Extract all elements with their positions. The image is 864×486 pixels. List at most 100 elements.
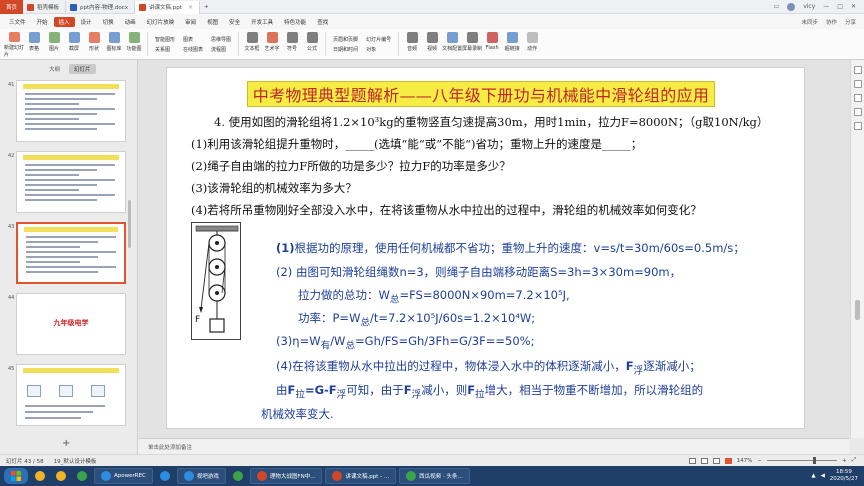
- slide-thumbnail-44[interactable]: 九年级电学: [16, 293, 126, 355]
- ribbon-button-buttons-5[interactable]: 图标库: [104, 30, 124, 58]
- menu-item-3[interactable]: 设计: [76, 17, 97, 27]
- taskbar-item-4[interactable]: [156, 468, 174, 484]
- maximize-icon[interactable]: □: [837, 3, 843, 10]
- answer-1[interactable]: (1)根据功的原理，使用任何机械都不省功；重物上升的速度：v=s/t=30m/6…: [276, 240, 745, 256]
- taskbar-item-0[interactable]: [31, 468, 49, 484]
- question-part-1[interactable]: (1)利用该滑轮组提升重物时，_____(选填“能“或”不能“)省功；重物上升的…: [191, 136, 642, 152]
- ribbon-small-button[interactable]: 幻灯片编号: [366, 36, 391, 43]
- slide[interactable]: 中考物理典型题解析——八年级下册功与机械能中滑轮组的应用 4. 使用如图的滑轮组…: [166, 67, 805, 429]
- menu-item-5[interactable]: 动画: [120, 17, 141, 27]
- answer-3[interactable]: (3)η=W有/W总=Gh/FS=Gh/3Fh=G/3F==50%;: [276, 334, 534, 351]
- ribbon-small-button[interactable]: 在线图表: [183, 46, 203, 53]
- play-slideshow-icon[interactable]: [724, 457, 732, 464]
- sorter-view-icon[interactable]: [700, 457, 708, 464]
- taskbar-item-9[interactable]: 西瓜视频 - 头条...: [399, 468, 470, 484]
- menu-item-6[interactable]: 幻灯片放映: [142, 17, 180, 27]
- ribbon-button-buttons3-2[interactable]: 文档配置: [442, 30, 462, 58]
- ribbon-button-buttons2-3[interactable]: 公式: [302, 30, 322, 58]
- doc-tab-2[interactable]: 讲课文稿.ppt ×: [135, 0, 200, 14]
- slide-title[interactable]: 中考物理典型题解析——八年级下册功与机械能中滑轮组的应用: [247, 81, 715, 107]
- collab-button[interactable]: 协作: [826, 18, 837, 26]
- scrollbar-thumb[interactable]: [855, 300, 860, 320]
- reading-view-icon[interactable]: [712, 457, 720, 464]
- doc-tab-0[interactable]: 稻壳模板: [23, 0, 67, 14]
- ribbon-button-buttons3-5[interactable]: 超链接: [502, 30, 522, 58]
- menu-item-1[interactable]: 开始: [32, 17, 53, 27]
- ribbon-small-button[interactable]: 思维导图: [211, 36, 231, 43]
- ribbon-button-buttons3-1[interactable]: 视频: [422, 30, 442, 58]
- ribbon-button-buttons-2[interactable]: 图片: [44, 30, 64, 58]
- network-icon[interactable]: ▲: [811, 473, 815, 479]
- minimize-icon[interactable]: —: [823, 3, 829, 10]
- ribbon-button-buttons3-4[interactable]: Flash: [482, 30, 502, 58]
- ribbon-small-button[interactable]: 图表: [183, 36, 203, 43]
- ribbon-button-buttons3-0[interactable]: 音频: [402, 30, 422, 58]
- ribbon-button-buttons3-3[interactable]: 屏幕录制: [462, 30, 482, 58]
- normal-view-icon[interactable]: [688, 457, 696, 464]
- zoom-level[interactable]: 147%: [737, 458, 753, 464]
- answer-4[interactable]: (4)在将该重物从水中拉出的过程中，物体浸入水中的体积逐渐减小，F浮逐渐减小；: [276, 358, 701, 376]
- ribbon-small-button[interactable]: 智能图形: [155, 36, 175, 43]
- slide-thumbnail-43[interactable]: [16, 222, 126, 284]
- answer-2-power[interactable]: 功率：P=W总/t=7.2×10⁵J/60s=1.2×10⁴W;: [298, 310, 535, 328]
- sync-status[interactable]: 未同步: [801, 18, 818, 26]
- answer-6[interactable]: 机械效率变大.: [261, 406, 334, 422]
- ribbon-small-button[interactable]: 对象: [366, 46, 391, 53]
- slide-thumbnail-42[interactable]: [16, 151, 126, 213]
- menu-item-7[interactable]: 审阅: [180, 17, 201, 27]
- taskbar-item-7[interactable]: 理物大战图FN中...: [249, 468, 323, 484]
- answer-2[interactable]: (2) 由图可知滑轮组绳数n=3，则绳子自由端移动距离S=3h=3×30m=90…: [276, 264, 681, 280]
- ribbon-button-buttons-3[interactable]: 截屏: [64, 30, 84, 58]
- home-tab[interactable]: 首页: [0, 0, 24, 14]
- close-window-icon[interactable]: ✕: [851, 3, 856, 10]
- add-slide-button[interactable]: +: [62, 438, 70, 449]
- settings-tool-icon[interactable]: [854, 122, 862, 130]
- ribbon-button-buttons-4[interactable]: 形状: [84, 30, 104, 58]
- style-tool-icon[interactable]: [854, 94, 862, 102]
- notes-area[interactable]: 单击此处添加备注: [138, 438, 850, 454]
- question-part-2[interactable]: (2)绳子自由端的拉力F所做的功是多少？拉力F的功率是多少？: [191, 158, 511, 174]
- user-name[interactable]: vicy: [803, 3, 815, 10]
- ribbon-small-button[interactable]: 日期和时间: [333, 46, 358, 53]
- vertical-scrollbar[interactable]: [850, 60, 864, 438]
- ribbon-small-button[interactable]: 页眉和页脚: [333, 36, 358, 43]
- menu-item-2[interactable]: 插入: [53, 16, 75, 27]
- ribbon-button-buttons2-2[interactable]: 符号: [282, 30, 302, 58]
- taskbar-item-8[interactable]: 讲课文稿.ppt - ...: [325, 468, 397, 484]
- menu-item-10[interactable]: 开发工具: [246, 17, 278, 27]
- menu-item-4[interactable]: 切换: [98, 17, 119, 27]
- ribbon-button-buttons2-1[interactable]: 艺术字: [262, 30, 282, 58]
- select-tool-icon[interactable]: [854, 66, 862, 74]
- menu-item-9[interactable]: 安全: [224, 17, 245, 27]
- slide-thumbnail-45[interactable]: [16, 364, 126, 426]
- tab-slides[interactable]: 幻灯片: [69, 64, 96, 74]
- menu-item-8[interactable]: 视图: [202, 17, 223, 27]
- window-layout-icon[interactable]: ▭: [774, 3, 780, 10]
- volume-icon[interactable]: ◀: [821, 473, 825, 479]
- zoom-slider-knob[interactable]: [812, 457, 816, 464]
- ribbon-button-buttons3-6[interactable]: 动作: [522, 30, 542, 58]
- menu-item-0[interactable]: 三文件: [4, 17, 31, 27]
- question-part-3[interactable]: (3)该滑轮组的机械效率为多大？: [191, 180, 357, 196]
- fit-window-icon[interactable]: ⤢: [852, 457, 856, 464]
- taskbar-item-6[interactable]: [229, 468, 247, 484]
- shape-tool-icon[interactable]: [854, 80, 862, 88]
- menu-item-12[interactable]: 查找: [312, 17, 333, 27]
- ribbon-small-button[interactable]: 流程图: [211, 46, 231, 53]
- taskbar-item-2[interactable]: [73, 468, 91, 484]
- thumbnail-scrollbar[interactable]: [128, 200, 131, 248]
- new-tab-button[interactable]: +: [200, 1, 215, 14]
- tab-outline[interactable]: 大纲: [44, 64, 65, 74]
- share-button[interactable]: 分享: [845, 18, 856, 26]
- taskbar-item-3[interactable]: ApowerREC: [94, 468, 153, 484]
- slide-thumbnail-41[interactable]: [16, 80, 126, 142]
- question-part-4[interactable]: (4)若将所吊重物刚好全部没入水中，在将该重物从水中拉出的过程中，滑轮组的机械效…: [191, 202, 702, 218]
- answer-2-work[interactable]: 拉力做的总功：W总=FS=8000N×90m=7.2×10⁵J,: [298, 287, 570, 305]
- ribbon-button-buttons-1[interactable]: 表格: [24, 30, 44, 58]
- clock[interactable]: 18:59 2020/5/27: [830, 469, 858, 483]
- animation-tool-icon[interactable]: [854, 108, 862, 116]
- taskbar-item-1[interactable]: [52, 468, 70, 484]
- doc-tab-1[interactable]: ppt内容-物理.docx: [66, 0, 136, 14]
- answer-5[interactable]: 由F拉=G-F浮可知，由于F浮减小，则F拉增大，相当于物重不断增加，所以滑轮组的: [276, 382, 703, 400]
- ribbon-button-buttons-0[interactable]: 新建幻灯片: [4, 30, 24, 58]
